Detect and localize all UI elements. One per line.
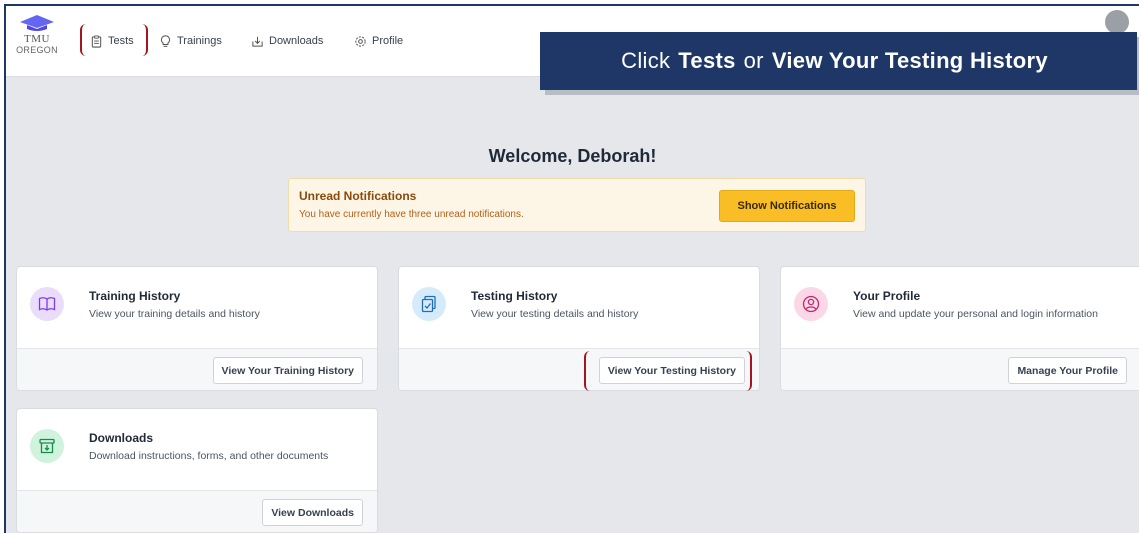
view-downloads-button[interactable]: View Downloads xyxy=(262,499,363,526)
card-footer: View Your Training History xyxy=(17,348,377,390)
card-body: Testing History View your testing detail… xyxy=(399,267,759,351)
nav-downloads-label: Downloads xyxy=(269,35,324,47)
callout-conjunction: or xyxy=(743,48,764,73)
notification-text: You have currently have three unread not… xyxy=(299,209,524,220)
card-description: Download instructions, forms, and other … xyxy=(89,450,329,462)
graduation-cap-icon xyxy=(20,15,54,31)
highlight-bracket-testing-history xyxy=(584,351,752,391)
card-title: Downloads xyxy=(89,431,154,445)
notification-banner: Unread Notifications You have currently … xyxy=(288,178,866,232)
callout-prefix: Click xyxy=(621,48,671,73)
logo-text-top: TMU xyxy=(24,33,50,45)
clipboard-check-icon xyxy=(412,287,446,321)
card-description: View your training details and history xyxy=(89,308,260,320)
card-body: Downloads Download instructions, forms, … xyxy=(17,409,377,493)
card-training-history: Training History View your training deta… xyxy=(16,266,378,391)
card-title: Testing History xyxy=(471,289,558,303)
notification-title: Unread Notifications xyxy=(299,189,417,203)
callout-target-tests: Tests xyxy=(678,48,736,73)
nav-downloads[interactable]: Downloads xyxy=(251,33,323,49)
card-footer: View Downloads xyxy=(17,490,377,532)
view-training-history-button[interactable]: View Your Training History xyxy=(212,357,363,384)
card-description: View and update your personal and login … xyxy=(853,308,1098,320)
logo[interactable]: TMU OREGON xyxy=(12,14,62,55)
user-circle-icon xyxy=(794,287,828,321)
card-title: Your Profile xyxy=(853,289,921,303)
card-footer: Manage Your Profile xyxy=(781,348,1139,390)
card-downloads: Downloads Download instructions, forms, … xyxy=(16,408,378,533)
lightbulb-icon xyxy=(161,34,170,47)
app-frame: TMU OREGON Tests Trainings Downloads Pro… xyxy=(4,4,1139,533)
card-your-profile: Your Profile View and update your person… xyxy=(780,266,1139,391)
nav-profile[interactable]: Profile xyxy=(354,33,403,49)
card-description: View your testing details and history xyxy=(471,308,639,320)
page-title: Welcome, Deborah! xyxy=(488,146,657,166)
archive-download-icon xyxy=(30,429,64,463)
show-notifications-button[interactable]: Show Notifications xyxy=(719,190,855,222)
clipboard-icon xyxy=(91,34,102,48)
nav-trainings[interactable]: Trainings xyxy=(159,33,222,49)
card-title: Training History xyxy=(89,289,181,303)
card-body: Your Profile View and update your person… xyxy=(781,267,1139,351)
manage-profile-button[interactable]: Manage Your Profile xyxy=(1008,357,1127,384)
card-body: Training History View your training deta… xyxy=(17,267,377,351)
nav-trainings-label: Trainings xyxy=(177,35,222,47)
download-icon xyxy=(252,36,263,47)
avatar[interactable] xyxy=(1105,10,1129,34)
callout-target-testing-history: View Your Testing History xyxy=(771,48,1048,73)
instruction-callout: Click Tests or View Your Testing History xyxy=(540,32,1137,90)
gear-icon xyxy=(355,35,366,47)
logo-text-bottom: OREGON xyxy=(16,45,58,55)
nav-profile-label: Profile xyxy=(372,35,404,47)
nav-tests[interactable]: Tests xyxy=(90,33,134,49)
book-icon xyxy=(30,287,64,321)
nav-tests-label: Tests xyxy=(108,35,134,47)
